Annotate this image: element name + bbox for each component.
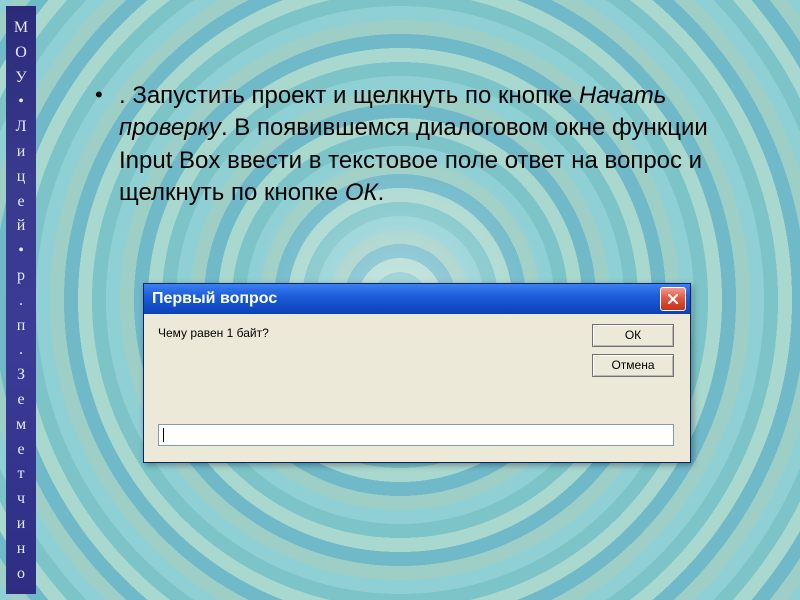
cancel-button[interactable]: Отмена [592,354,674,377]
ok-button[interactable]: ОК [592,324,674,347]
close-icon [667,293,679,305]
dialog-title: Первый вопрос [152,290,277,308]
text-seg-1: . Запустить проект и щелкнуть по кнопке [119,82,579,109]
sidebar-vertical-label: МОУ•Лицей• р.п.Земетчино [6,6,36,594]
text-seg-3: . [378,179,385,206]
text-caret [163,428,164,442]
bullet-body: . Запустить проект и щелкнуть по кнопке … [119,80,735,210]
close-button[interactable] [660,287,686,311]
slide-root: МОУ•Лицей• р.п.Земетчино • . Запустить п… [0,0,800,600]
dialog-body: Чему равен 1 байт? ОК Отмена [144,314,690,462]
dialog-question: Чему равен 1 байт? [158,326,269,340]
dialog-titlebar[interactable]: Первый вопрос [144,284,690,314]
answer-input[interactable] [158,424,674,446]
bullet-dot: • [95,80,119,210]
text-italic-2: ОК [345,179,378,206]
instruction-text: • . Запустить проект и щелкнуть по кнопк… [95,80,735,210]
inputbox-dialog: Первый вопрос Чему равен 1 байт? ОК Отме… [143,283,691,463]
